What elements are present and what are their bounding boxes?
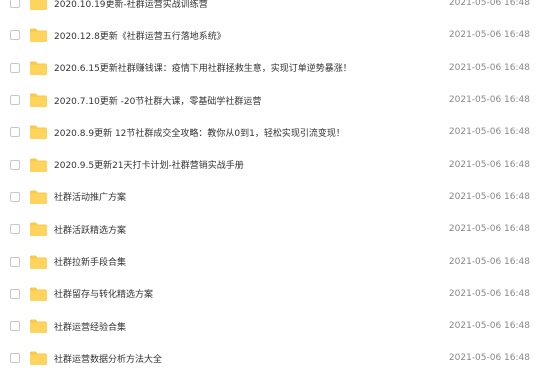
file-name[interactable]: 2020.10.19更新-社群运营实战训练营 — [54, 0, 208, 10]
file-name[interactable]: 社群活动推广方案 — [54, 190, 126, 203]
file-row[interactable]: 2020.9.5更新21天打卡计划-社群营销实战手册 2021-05-06 16… — [0, 148, 539, 180]
row-checkbox[interactable] — [10, 256, 20, 267]
folder-icon — [30, 190, 47, 204]
file-name[interactable]: 2020.6.15更新社群赚钱课：疫情下用社群拯救生意，实现订单逆势暴涨！ — [54, 61, 352, 74]
row-checkbox[interactable] — [10, 288, 20, 299]
modified-date: 2021-05-06 16:48 — [448, 95, 530, 106]
modified-date: 2021-05-06 16:48 — [448, 159, 530, 170]
file-row[interactable]: 社群活跃精选方案 2021-05-06 16:48 — [0, 213, 539, 245]
folder-icon — [30, 125, 47, 140]
folder-icon — [30, 93, 47, 108]
modified-date: 2021-05-06 16:48 — [448, 0, 530, 9]
row-checkbox[interactable] — [10, 191, 20, 202]
folder-icon — [30, 158, 47, 172]
file-row[interactable]: 2020.8.9更新 12节社群成交全攻略：教你从0到1，轻松实现引流变现！ 2… — [0, 116, 539, 148]
row-checkbox[interactable] — [10, 127, 20, 138]
modified-date: 2021-05-06 16:48 — [448, 127, 530, 138]
file-name[interactable]: 2020.7.10更新 -20节社群大课，零基础学社群运营 — [54, 94, 261, 107]
file-row[interactable]: 社群运营经验合集 2021-05-06 16:48 — [0, 310, 539, 342]
file-row[interactable]: 社群运营数据分析方法大全 2021-05-06 16:48 — [0, 342, 539, 374]
modified-date: 2021-05-06 16:48 — [448, 30, 530, 41]
folder-icon — [30, 351, 47, 366]
file-name[interactable]: 2020.12.8更新《社群运营五行落地系统》 — [54, 29, 226, 42]
row-checkbox[interactable] — [10, 30, 20, 41]
file-row[interactable]: 2020.10.19更新-社群运营实战训练营 2021-05-06 16:48 — [0, 0, 539, 19]
row-checkbox[interactable] — [10, 321, 20, 332]
modified-date: 2021-05-06 16:48 — [448, 62, 530, 73]
file-name[interactable]: 2020.8.9更新 12节社群成交全攻略：教你从0到1，轻松实现引流变现！ — [54, 126, 345, 139]
file-name[interactable]: 2020.9.5更新21天打卡计划-社群营销实战手册 — [54, 158, 244, 171]
folder-icon — [30, 61, 47, 75]
row-checkbox[interactable] — [10, 95, 20, 106]
row-checkbox[interactable] — [10, 159, 20, 170]
file-name[interactable]: 社群留存与转化精选方案 — [54, 287, 153, 300]
modified-date: 2021-05-06 16:48 — [448, 191, 530, 202]
folder-icon — [30, 319, 47, 334]
row-checkbox[interactable] — [10, 353, 20, 364]
modified-date: 2021-05-06 16:48 — [448, 321, 530, 332]
file-row[interactable]: 2020.12.8更新《社群运营五行落地系统》 2021-05-06 16:48 — [0, 19, 539, 51]
folder-icon — [30, 0, 47, 11]
file-row[interactable]: 2020.7.10更新 -20节社群大课，零基础学社群运营 2021-05-06… — [0, 84, 539, 116]
file-name[interactable]: 社群运营数据分析方法大全 — [54, 352, 162, 365]
file-name[interactable]: 社群拉新手段合集 — [54, 255, 126, 268]
file-row[interactable]: 2020.6.15更新社群赚钱课：疫情下用社群拯救生意，实现订单逆势暴涨！ 20… — [0, 52, 539, 84]
file-row[interactable]: 社群留存与转化精选方案 2021-05-06 16:48 — [0, 278, 539, 310]
row-checkbox[interactable] — [10, 62, 20, 73]
file-list: 2020.10.19更新-社群运营实战训练营 2021-05-06 16:48 … — [0, 0, 539, 375]
folder-icon — [30, 255, 47, 269]
folder-icon — [30, 287, 47, 301]
row-checkbox[interactable] — [10, 0, 20, 9]
modified-date: 2021-05-06 16:48 — [448, 256, 530, 267]
folder-icon — [30, 28, 47, 43]
modified-date: 2021-05-06 16:48 — [448, 288, 530, 299]
modified-date: 2021-05-06 16:48 — [448, 353, 530, 364]
file-name[interactable]: 社群运营经验合集 — [54, 320, 126, 333]
modified-date: 2021-05-06 16:48 — [448, 224, 530, 235]
row-checkbox[interactable] — [10, 224, 20, 235]
file-row[interactable]: 社群拉新手段合集 2021-05-06 16:48 — [0, 245, 539, 277]
folder-icon — [30, 222, 47, 237]
file-name[interactable]: 社群活跃精选方案 — [54, 223, 126, 236]
file-row[interactable]: 社群活动推广方案 2021-05-06 16:48 — [0, 181, 539, 213]
